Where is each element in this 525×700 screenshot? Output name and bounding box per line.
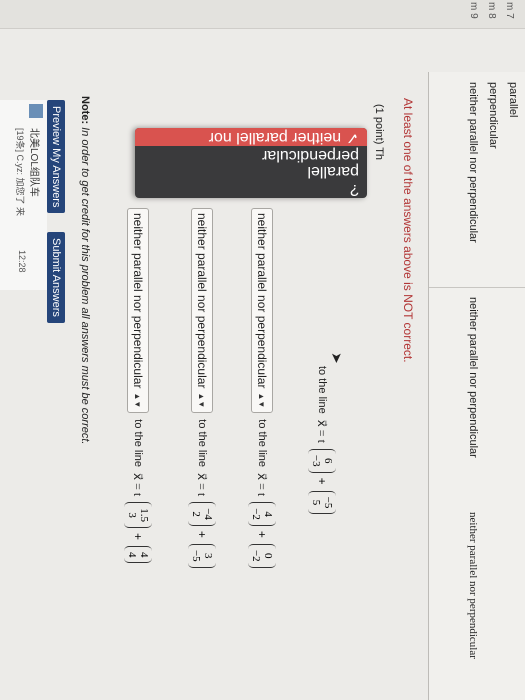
vector-matrix: 4 −2 — [248, 502, 276, 526]
updown-icon: ▲▼ — [197, 392, 207, 409]
dropdown-option[interactable]: parallel — [135, 162, 367, 180]
problem-label: (1 point) Th — [373, 104, 385, 161]
mouse-cursor-icon: ➤ — [329, 352, 345, 364]
vector-matrix: −4 2 — [188, 502, 216, 526]
vector-matrix: 3 −5 — [188, 543, 216, 568]
vector-matrix: 1.5 3 — [124, 502, 152, 528]
select-dropdown[interactable]: ? parallel perpendicular ✓ neither paral… — [135, 128, 367, 198]
updown-icon: ▲▼ — [257, 392, 267, 409]
vector-matrix: 44 — [124, 545, 152, 564]
dropdown-option[interactable]: perpendicular — [135, 146, 367, 164]
table-divider — [429, 287, 525, 288]
question-row: neither parallel nor perpendicular ▲▼ to … — [247, 208, 277, 568]
result-cell: neither parallel nor perpendicular — [467, 297, 479, 458]
question-row: to the line x⃗ = t 6 −3 + −5 5 — [307, 360, 337, 515]
relation-select[interactable]: neither parallel nor perpendicular ▲▼ — [251, 208, 273, 414]
submit-button[interactable]: Submit Answers — [47, 232, 65, 323]
vector-matrix: −5 5 — [308, 490, 336, 515]
dropdown-option-selected[interactable]: ✓ neither parallel nor perpendicular — [135, 128, 367, 146]
result-cell: parallel — [507, 82, 519, 118]
results-table: parallel perpendicular neither parallel … — [428, 72, 525, 700]
question-row: neither parallel nor perpendicular ▲▼ to … — [123, 208, 153, 564]
result-cell: neither parallel nor perpendicular — [467, 82, 479, 243]
question-row: neither parallel nor perpendicular ▲▼ to … — [187, 208, 217, 568]
relation-select[interactable]: neither parallel nor perpendicular ▲▼ — [191, 208, 213, 414]
problem-link[interactable]: m 7 — [504, 2, 515, 19]
dropdown-option[interactable]: ? — [135, 180, 367, 198]
avatar — [29, 104, 43, 118]
result-cell: perpendicular — [487, 82, 499, 149]
vector-matrix: 0 −2 — [248, 543, 276, 568]
note: Note: In order to get credit for this pr… — [79, 96, 91, 445]
problem-link[interactable]: m 9 — [468, 2, 479, 19]
vector-matrix: 6 −3 — [308, 448, 336, 473]
screen: m 7 m 8 m 9 parallel perpendicular neith… — [0, 0, 525, 700]
result-cell: neither parallel nor perpendicular — [467, 512, 479, 659]
updown-icon: ▲▼ — [133, 392, 143, 409]
warning-message: At least one of the answers above is NOT… — [401, 98, 415, 363]
problem-list: m 7 m 8 m 9 — [0, 0, 525, 29]
chat-notification[interactable]: 北美LOL组队车 [19条] C.yz: 加您了 来 12:28 — [0, 100, 47, 290]
relation-select[interactable]: neither parallel nor perpendicular ▲▼ — [127, 208, 149, 414]
problem-link[interactable]: m 8 — [486, 2, 497, 19]
preview-button[interactable]: Preview My Answers — [47, 100, 65, 214]
